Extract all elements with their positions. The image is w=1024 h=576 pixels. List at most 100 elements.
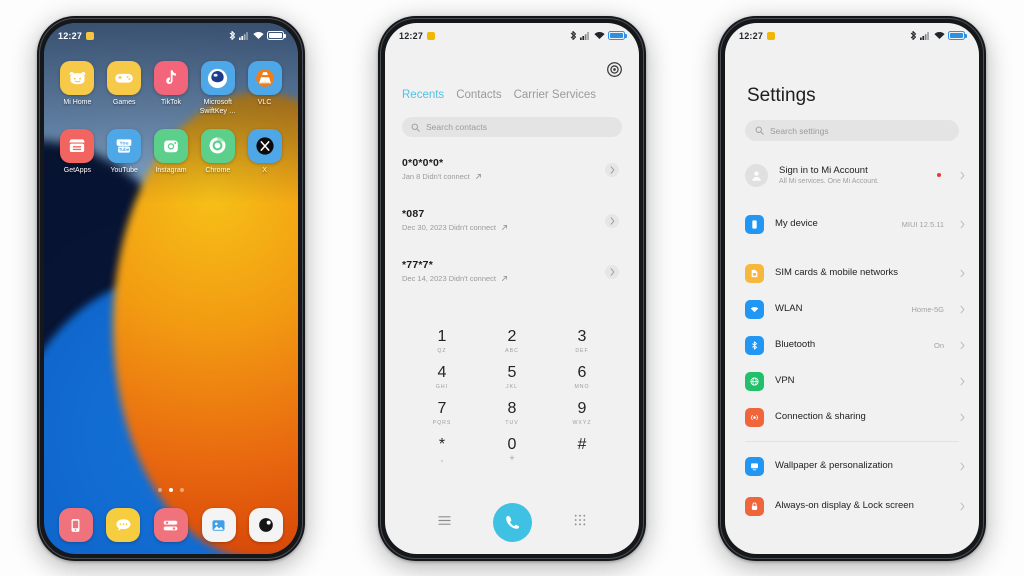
page-dot-active[interactable] [169, 488, 173, 492]
app-x[interactable]: X [241, 128, 288, 176]
battery-icon [948, 31, 967, 40]
row-title: Connection & sharing [775, 411, 866, 423]
app-label: VLC [257, 99, 272, 106]
key-digit: 6 [577, 364, 587, 381]
page-dot[interactable] [158, 488, 162, 492]
app-games[interactable]: Games [101, 61, 148, 117]
page-title: Settings [747, 85, 816, 106]
tiktok-icon [153, 61, 188, 95]
key-letters: TUV [505, 420, 519, 426]
app-instagram[interactable]: Instagram [148, 128, 195, 176]
row-value: On [933, 340, 944, 350]
search-icon [411, 123, 420, 132]
dialpad-key-hash[interactable]: # [547, 431, 617, 467]
dialpad-key-star[interactable]: *, [407, 431, 477, 467]
app-youtube[interactable]: You Tube YouTube [101, 128, 148, 176]
key-letters: , [440, 453, 444, 463]
app-tiktok[interactable]: TikTok [148, 61, 195, 117]
outgoing-call-arrow-icon [475, 173, 481, 180]
settings-row-wlan[interactable]: WLAN Home-5G [725, 291, 979, 327]
call-log-row[interactable]: *087 Dec 30, 2023 Didn't connect [402, 200, 629, 251]
dialpad-key-6[interactable]: 6 MNO [547, 359, 617, 395]
settings-row-aod-lockscreen[interactable]: Always-on display & Lock screen [725, 484, 979, 528]
call-details-button[interactable] [605, 265, 619, 279]
settings-row-mi-account[interactable]: Sign in to Mi Account All Mi services. O… [725, 153, 979, 197]
app-label: Mi Home [63, 99, 92, 106]
row-title: WLAN [775, 303, 803, 315]
tab-carrier-services[interactable]: Carrier Services [514, 89, 596, 101]
app-swiftkey[interactable]: Microsoft SwiftKey … [194, 61, 241, 117]
call-number: *77*7* [402, 259, 433, 271]
app-chrome[interactable]: Chrome [194, 128, 241, 176]
tab-recents[interactable]: Recents [402, 89, 444, 101]
app-getapps[interactable]: GetApps [54, 128, 101, 176]
gallery-icon[interactable] [201, 508, 236, 542]
dialpad-grid-icon[interactable] [574, 513, 586, 531]
wifi-icon [745, 299, 764, 319]
app-vlc[interactable]: VLC [241, 61, 288, 117]
notification-dot-icon [767, 31, 776, 40]
call-details-button[interactable] [605, 214, 619, 228]
dialpad-key-3[interactable]: 3 DEF [547, 323, 617, 359]
settings-row-my-device[interactable]: My device MIUI 12.5.11 [725, 206, 979, 242]
phone-icon[interactable] [58, 508, 93, 542]
dialpad-key-9[interactable]: 9 WXYZ [547, 395, 617, 431]
dialpad-key-2[interactable]: 2 ABC [477, 323, 547, 359]
settings-row-wallpaper[interactable]: Wallpaper & personalization [725, 448, 979, 484]
row-title: VPN [775, 375, 795, 387]
settings-screen: 12:27 Settings Search settings Sign in t… [725, 23, 979, 554]
settings-row-bluetooth[interactable]: Bluetooth On [725, 327, 979, 363]
dialpad-key-4[interactable]: 4 GHI [407, 359, 477, 395]
dialpad-key-8[interactable]: 8 TUV [477, 395, 547, 431]
app-label: Microsoft SwiftKey … [199, 99, 236, 115]
key-digit: 3 [577, 328, 587, 345]
sim-card-icon [745, 263, 764, 283]
bluetooth-icon [910, 30, 917, 41]
dialpad-key-7[interactable]: 7 PQRS [407, 395, 477, 431]
row-value: MIUI 12.5.11 [901, 219, 944, 229]
row-title: Bluetooth [775, 339, 816, 351]
settings-row-vpn[interactable]: VPN [725, 363, 979, 399]
gear-icon[interactable] [606, 61, 623, 78]
hamburger-menu-icon[interactable] [438, 513, 451, 531]
call-details-button[interactable] [605, 163, 619, 177]
call-number: *087 [402, 208, 425, 220]
search-settings-input[interactable]: Search settings [745, 120, 959, 141]
dialpad-key-5[interactable]: 5 JKL [477, 359, 547, 395]
tab-contacts[interactable]: Contacts [456, 89, 501, 101]
chevron-right-icon [960, 502, 965, 510]
list-divider [745, 441, 959, 442]
sliders-icon[interactable] [153, 508, 188, 542]
search-contacts-input[interactable]: Search contacts [402, 117, 622, 137]
dialpad-key-0[interactable]: 0 + [477, 431, 547, 467]
chevron-right-icon [960, 269, 965, 277]
browser-icon[interactable] [249, 508, 284, 542]
settings-row-connection-sharing[interactable]: Connection & sharing [725, 399, 979, 435]
call-log-row[interactable]: 0*0*0*0* Jan 8 Didn't connect [402, 149, 629, 200]
chevron-right-icon [960, 171, 965, 179]
key-letters: WXYZ [572, 420, 592, 426]
battery-icon [608, 31, 627, 40]
bluetooth-icon [745, 335, 764, 355]
key-letters: GHI [435, 384, 449, 390]
chrome-icon [200, 128, 235, 163]
page-dot[interactable] [180, 488, 184, 492]
call-log-row[interactable]: *77*7* Dec 14, 2023 Didn't connect [402, 251, 629, 302]
key-digit: 0 [507, 436, 517, 453]
dialpad-key-1[interactable]: 1 QZ [407, 323, 477, 359]
call-button[interactable] [493, 502, 532, 542]
dock [52, 508, 290, 542]
row-value: Home-5G [911, 304, 944, 314]
settings-row-sim-cards[interactable]: SIM cards & mobile networks [725, 255, 979, 291]
app-mi-home[interactable]: Mi Home [54, 61, 101, 117]
app-label: YouTube [110, 166, 138, 174]
svg-text:You: You [120, 140, 129, 146]
search-icon [755, 126, 764, 135]
bluetooth-icon [229, 30, 236, 41]
key-digit: # [577, 436, 587, 453]
chevron-right-icon [960, 220, 965, 228]
app-label: Instagram [155, 166, 187, 174]
globe-icon [745, 371, 764, 391]
games-icon [107, 61, 142, 95]
messages-icon[interactable] [106, 508, 141, 542]
